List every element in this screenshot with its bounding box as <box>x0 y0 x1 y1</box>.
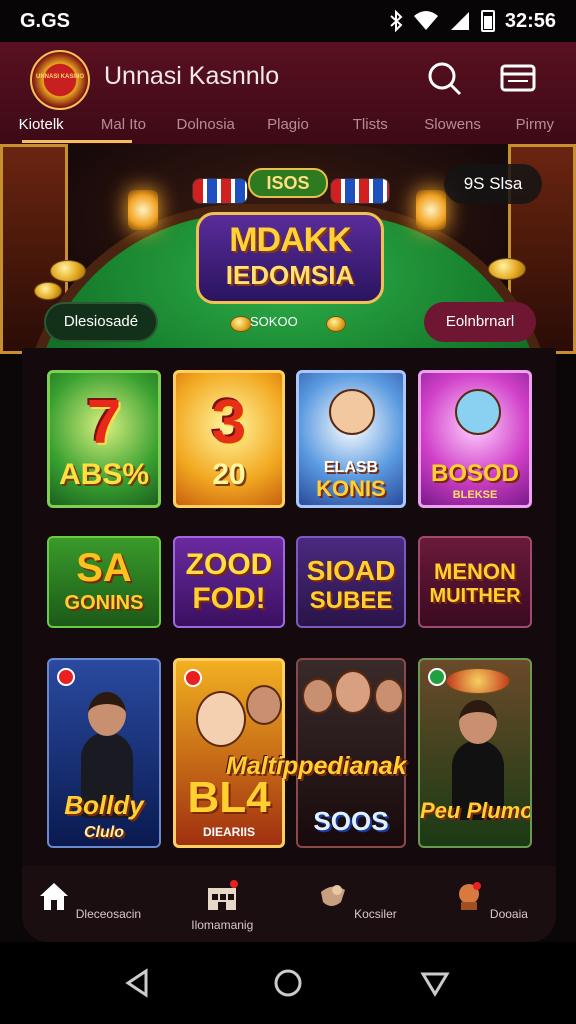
store-icon <box>204 880 240 912</box>
recents-icon[interactable] <box>418 966 452 1000</box>
game-tile[interactable]: Bolldy Clulo <box>47 658 161 848</box>
nav-label: Ilomamanig <box>191 918 254 932</box>
lantern-left <box>128 190 158 230</box>
casino-logo[interactable]: UNNASI KASINO <box>30 50 90 110</box>
wifi-icon <box>413 11 438 30</box>
game-tile-title: 7 <box>86 388 122 457</box>
game-tile-subtitle: MUITHER <box>429 585 521 607</box>
featured-overlay-text: Maltippedianak <box>226 752 407 780</box>
game-tile-title: MENON <box>434 559 516 584</box>
game-tile[interactable]: BOSOD BLEKSE <box>418 370 532 508</box>
bluetooth-icon <box>390 10 403 32</box>
status-time: 32:56 <box>504 9 556 32</box>
nav-label: Dooaia <box>489 907 528 921</box>
coin <box>50 260 86 282</box>
game-tile[interactable]: SA GONINS <box>47 536 161 628</box>
game-tile-title: BOSOD <box>430 460 519 487</box>
game-tile-subtitle: SOOS <box>313 806 389 836</box>
status-bar: G.GS 32:56 <box>0 0 576 42</box>
nav-item-profile[interactable]: Dooaia <box>423 866 557 942</box>
left-pill-button[interactable]: Dlesiosadé <box>44 302 158 342</box>
game-tile[interactable]: SIOAD SUBEE <box>296 536 406 628</box>
status-left-text: G.GS <box>20 9 71 32</box>
game-tile-title: Peu Plumo <box>420 798 532 823</box>
game-tile-subtitle: SUBEE <box>309 587 393 614</box>
app-title: Unnasi Kasnnlo <box>104 62 280 90</box>
game-tile-subtitle: KONIS <box>316 476 386 501</box>
nav-item-home[interactable]: Dleceosacin <box>22 866 156 942</box>
character-face <box>302 678 334 714</box>
game-tile[interactable]: ELASB KONIS <box>296 370 406 508</box>
tab-3[interactable]: Plagio <box>247 112 329 144</box>
game-tile-title: SIOAD <box>306 555 396 586</box>
game-tile-title: ELASB <box>323 459 379 476</box>
lantern-right <box>416 190 446 230</box>
tab-5[interactable]: Slowens <box>411 112 493 144</box>
game-tile-subtitle: FOD! <box>192 582 266 615</box>
coin <box>34 282 62 300</box>
hero-title-line2: IEDOMSIA <box>225 260 355 290</box>
coin <box>326 316 346 332</box>
character-face <box>329 389 375 435</box>
character-face <box>455 389 501 435</box>
roulette-wheel <box>446 668 510 694</box>
game-tile-subtitle: DIEARIIS <box>202 825 255 839</box>
nav-item-promotions[interactable]: Kocsiler <box>289 866 423 942</box>
nav-label: Kocsiler <box>354 907 397 921</box>
top-pill-button[interactable]: 9S Slsa <box>444 164 542 204</box>
game-tile[interactable]: 7 ABS% <box>47 370 161 508</box>
tab-4[interactable]: Tlists <box>329 112 411 144</box>
character-face <box>374 678 404 714</box>
menu-icon[interactable] <box>498 58 538 98</box>
battery-icon <box>480 10 495 32</box>
character-face <box>334 670 372 714</box>
game-tile[interactable]: Peu Plumo <box>418 658 532 848</box>
game-tile-title: SA <box>76 546 132 590</box>
coin <box>230 316 252 332</box>
hero-title-line1: MDAKK <box>229 221 352 259</box>
bottom-nav: Dleceosacin Ilomamanig Kocsiler Dooaia <box>22 866 556 942</box>
game-tile-subtitle: BLEKSE <box>452 489 498 501</box>
game-tile-title: ZOOD <box>185 548 273 581</box>
back-icon[interactable] <box>120 966 154 1000</box>
profile-icon <box>458 882 481 910</box>
system-navigation-bar <box>0 942 576 1024</box>
home-button-icon[interactable] <box>271 966 305 1000</box>
game-tile-subtitle: 20 <box>212 458 246 491</box>
chip-stack-left <box>192 178 248 204</box>
game-tile[interactable]: MENON MUITHER <box>418 536 532 628</box>
search-icon[interactable] <box>424 58 464 98</box>
live-badge <box>57 668 75 686</box>
live-badge <box>184 669 202 687</box>
live-badge <box>428 668 446 686</box>
tab-2[interactable]: Dolnosia <box>165 112 247 144</box>
game-tile-title: 3 <box>211 388 247 457</box>
signal-icon <box>450 12 469 30</box>
screen: G.GS 32:56 UNNASI KASINO Unnasi Kasnnlo … <box>0 0 576 1024</box>
game-tile-title: Bolldy <box>64 790 144 820</box>
chip-stack-right <box>330 178 390 204</box>
game-tile-subtitle: ABS% <box>58 458 149 491</box>
nav-item-store[interactable]: Ilomamanig <box>156 866 290 942</box>
right-pill-button[interactable]: Eolnbrnarl <box>424 302 536 342</box>
coin <box>488 258 526 280</box>
pot-label: SOKOO <box>250 314 298 329</box>
logo-text: UNNASI KASINO <box>35 74 84 80</box>
active-tab-indicator <box>22 140 132 143</box>
tab-6[interactable]: Pirmy <box>494 112 576 144</box>
home-icon <box>40 883 69 910</box>
character-face <box>196 691 246 747</box>
game-tile[interactable]: 3 20 <box>173 370 285 508</box>
app-header: UNNASI KASINO Unnasi Kasnnlo Kiotelk Mal… <box>0 42 576 144</box>
hero-banner[interactable]: ISOS MDAKK IEDOMSIA 9S Slsa Dlesiosadé E… <box>0 144 576 354</box>
gift-icon <box>320 885 345 906</box>
status-icons: 32:56 <box>389 10 556 33</box>
character-face <box>246 685 282 725</box>
game-tile-subtitle: GONINS <box>64 592 144 614</box>
hero-badge: ISOS <box>248 168 328 198</box>
game-tile[interactable]: ZOOD FOD! <box>173 536 285 628</box>
game-tile-subtitle: Clulo <box>84 824 124 841</box>
hero-title: MDAKK IEDOMSIA <box>196 212 384 304</box>
nav-label: Dleceosacin <box>75 907 142 921</box>
